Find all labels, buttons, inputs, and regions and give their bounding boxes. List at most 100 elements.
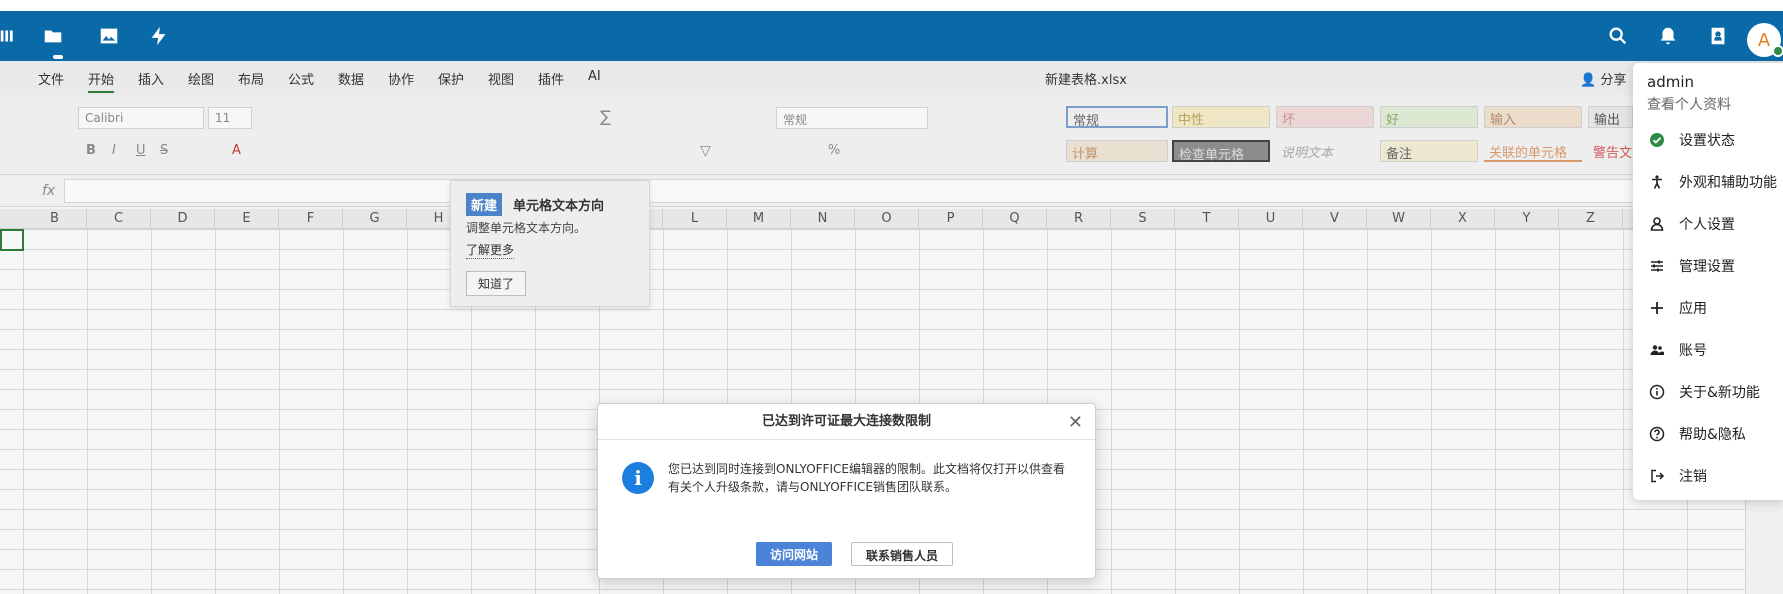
column-header[interactable]: U (1239, 209, 1303, 229)
column-header[interactable]: Z (1559, 209, 1623, 229)
column-header[interactable]: Q (983, 209, 1047, 229)
style-warning[interactable]: 警告文 (1588, 140, 1633, 162)
column-header[interactable]: B (23, 209, 87, 229)
column-header[interactable]: L (663, 209, 727, 229)
users-icon (1647, 340, 1667, 360)
column-header[interactable]: T (1175, 209, 1239, 229)
menu-formula[interactable]: 公式 (288, 69, 314, 88)
column-header[interactable]: R (1047, 209, 1111, 229)
sum-icon[interactable]: ∑ (600, 107, 611, 126)
column-header[interactable]: F (279, 209, 343, 229)
notifications-icon[interactable] (1655, 23, 1681, 49)
column-header[interactable]: D (151, 209, 215, 229)
style-normal[interactable]: 常规 (1066, 106, 1168, 129)
style-bad[interactable]: 坏 (1276, 106, 1374, 128)
menu-draw[interactable]: 绘图 (188, 69, 214, 88)
number-format-select[interactable]: 常规 (776, 107, 928, 129)
percent-button[interactable]: % (828, 143, 840, 158)
style-input[interactable]: 输入 (1484, 106, 1582, 128)
contact-sales-button[interactable]: 联系销售人员 (851, 542, 954, 566)
menu-data[interactable]: 数据 (338, 69, 364, 88)
person-icon (1647, 214, 1667, 234)
font-size-value: 11 (215, 111, 231, 125)
menu-item-personal-settings[interactable]: 个人设置 (1647, 209, 1783, 239)
selected-cell[interactable] (0, 229, 24, 251)
menu-item-appearance[interactable]: 外观和辅助功能 (1647, 167, 1783, 197)
user-menu-panel: admin 查看个人资料 设置状态 外观和辅助功能 个人设置 管理设置 应用 账… (1633, 63, 1783, 500)
menu-item-admin-settings[interactable]: 管理设置 (1647, 251, 1783, 281)
column-header[interactable]: S (1111, 209, 1175, 229)
style-label: 备注 (1386, 147, 1413, 162)
activity-icon[interactable] (146, 23, 172, 49)
menu-item-help[interactable]: 帮助&隐私 (1647, 419, 1783, 449)
menu-home[interactable]: 开始 (88, 69, 115, 93)
menu-protect[interactable]: 保护 (438, 69, 464, 88)
column-header[interactable]: W (1367, 209, 1431, 229)
learn-more-link[interactable]: 了解更多 (466, 241, 515, 259)
menu-item-apps[interactable]: 应用 (1647, 293, 1783, 323)
photos-icon[interactable] (96, 23, 122, 49)
column-header[interactable]: O (855, 209, 919, 229)
formula-input[interactable] (64, 179, 1764, 203)
font-color-button[interactable]: A (232, 143, 241, 158)
column-header[interactable]: M (727, 209, 791, 229)
style-good[interactable]: 好 (1380, 106, 1478, 128)
contacts-icon[interactable] (1705, 23, 1731, 49)
menu-layout[interactable]: 布局 (238, 69, 264, 88)
menu-item-logout[interactable]: 注销 (1647, 461, 1783, 491)
font-name-select[interactable]: Calibri (78, 107, 204, 129)
function-icon[interactable]: fx (42, 183, 55, 199)
column-header[interactable]: C (87, 209, 151, 229)
search-icon[interactable] (1605, 23, 1631, 49)
dialog-message-line1: 您已达到同时连接到ONLYOFFICE编辑器的限制。此文档将仅打开以供查看 (668, 462, 1065, 476)
close-icon[interactable]: ✕ (1068, 412, 1083, 433)
filter-icon[interactable]: ▽ (700, 143, 711, 159)
menu-item-accounts[interactable]: 账号 (1647, 335, 1783, 365)
column-header[interactable]: G (343, 209, 407, 229)
formula-bar: fx (0, 175, 1783, 207)
menu-item-about[interactable]: 关于&新功能 (1647, 377, 1783, 407)
logout-icon (1647, 466, 1667, 486)
style-label: 关联的单元格 (1489, 146, 1568, 161)
style-output[interactable]: 输出 (1588, 106, 1633, 128)
dialog-title: 已达到许可证最大连接数限制 (598, 404, 1095, 440)
user-avatar[interactable]: A (1747, 23, 1783, 57)
menu-collaborate[interactable]: 协作 (388, 69, 414, 88)
menu-view[interactable]: 视图 (488, 69, 514, 88)
column-header[interactable]: Y (1495, 209, 1559, 229)
column-header[interactable]: N (791, 209, 855, 229)
italic-button[interactable]: I (112, 143, 116, 158)
strikethrough-button[interactable]: S (160, 143, 168, 158)
got-it-button[interactable]: 知道了 (466, 271, 527, 296)
apps-menu-icon[interactable] (0, 23, 22, 49)
style-label: 常规 (1073, 114, 1100, 129)
font-size-select[interactable]: 11 (208, 107, 252, 129)
column-headers: B C D E F G H L M N O P Q R S T U V W X … (0, 209, 1745, 229)
share-button[interactable]: 👤 分享 (1580, 69, 1626, 88)
style-note[interactable]: 备注 (1380, 140, 1478, 162)
menu-file[interactable]: 文件 (38, 69, 64, 88)
menu-insert[interactable]: 插入 (138, 69, 164, 88)
column-header[interactable]: P (919, 209, 983, 229)
style-linked-cell[interactable]: 关联的单元格 (1484, 140, 1582, 162)
style-explanatory[interactable]: 说明文本 (1276, 140, 1374, 162)
menu-plugins[interactable]: 插件 (538, 69, 564, 88)
menu-item-set-status[interactable]: 设置状态 (1647, 125, 1783, 155)
document-title: 新建表格.xlsx (1045, 73, 1127, 88)
menu-ai[interactable]: AI (588, 69, 601, 84)
bold-button[interactable]: B (86, 143, 96, 158)
style-label: 坏 (1282, 113, 1296, 128)
style-neutral[interactable]: 中性 (1172, 106, 1270, 128)
style-check-cell[interactable]: 检查单元格 (1172, 140, 1270, 163)
column-header[interactable]: E (215, 209, 279, 229)
underline-button[interactable]: U (136, 143, 146, 158)
style-label: 计算 (1072, 147, 1099, 162)
tip-description: 调整单元格文本方向。 (466, 221, 587, 235)
column-header[interactable]: X (1431, 209, 1495, 229)
style-calculation[interactable]: 计算 (1066, 140, 1168, 162)
column-header[interactable]: V (1303, 209, 1367, 229)
files-icon[interactable] (40, 23, 66, 49)
visit-website-button[interactable]: 访问网站 (756, 542, 833, 566)
new-badge: 新建 (466, 193, 503, 216)
view-profile-link[interactable]: 查看个人资料 (1647, 94, 1731, 114)
